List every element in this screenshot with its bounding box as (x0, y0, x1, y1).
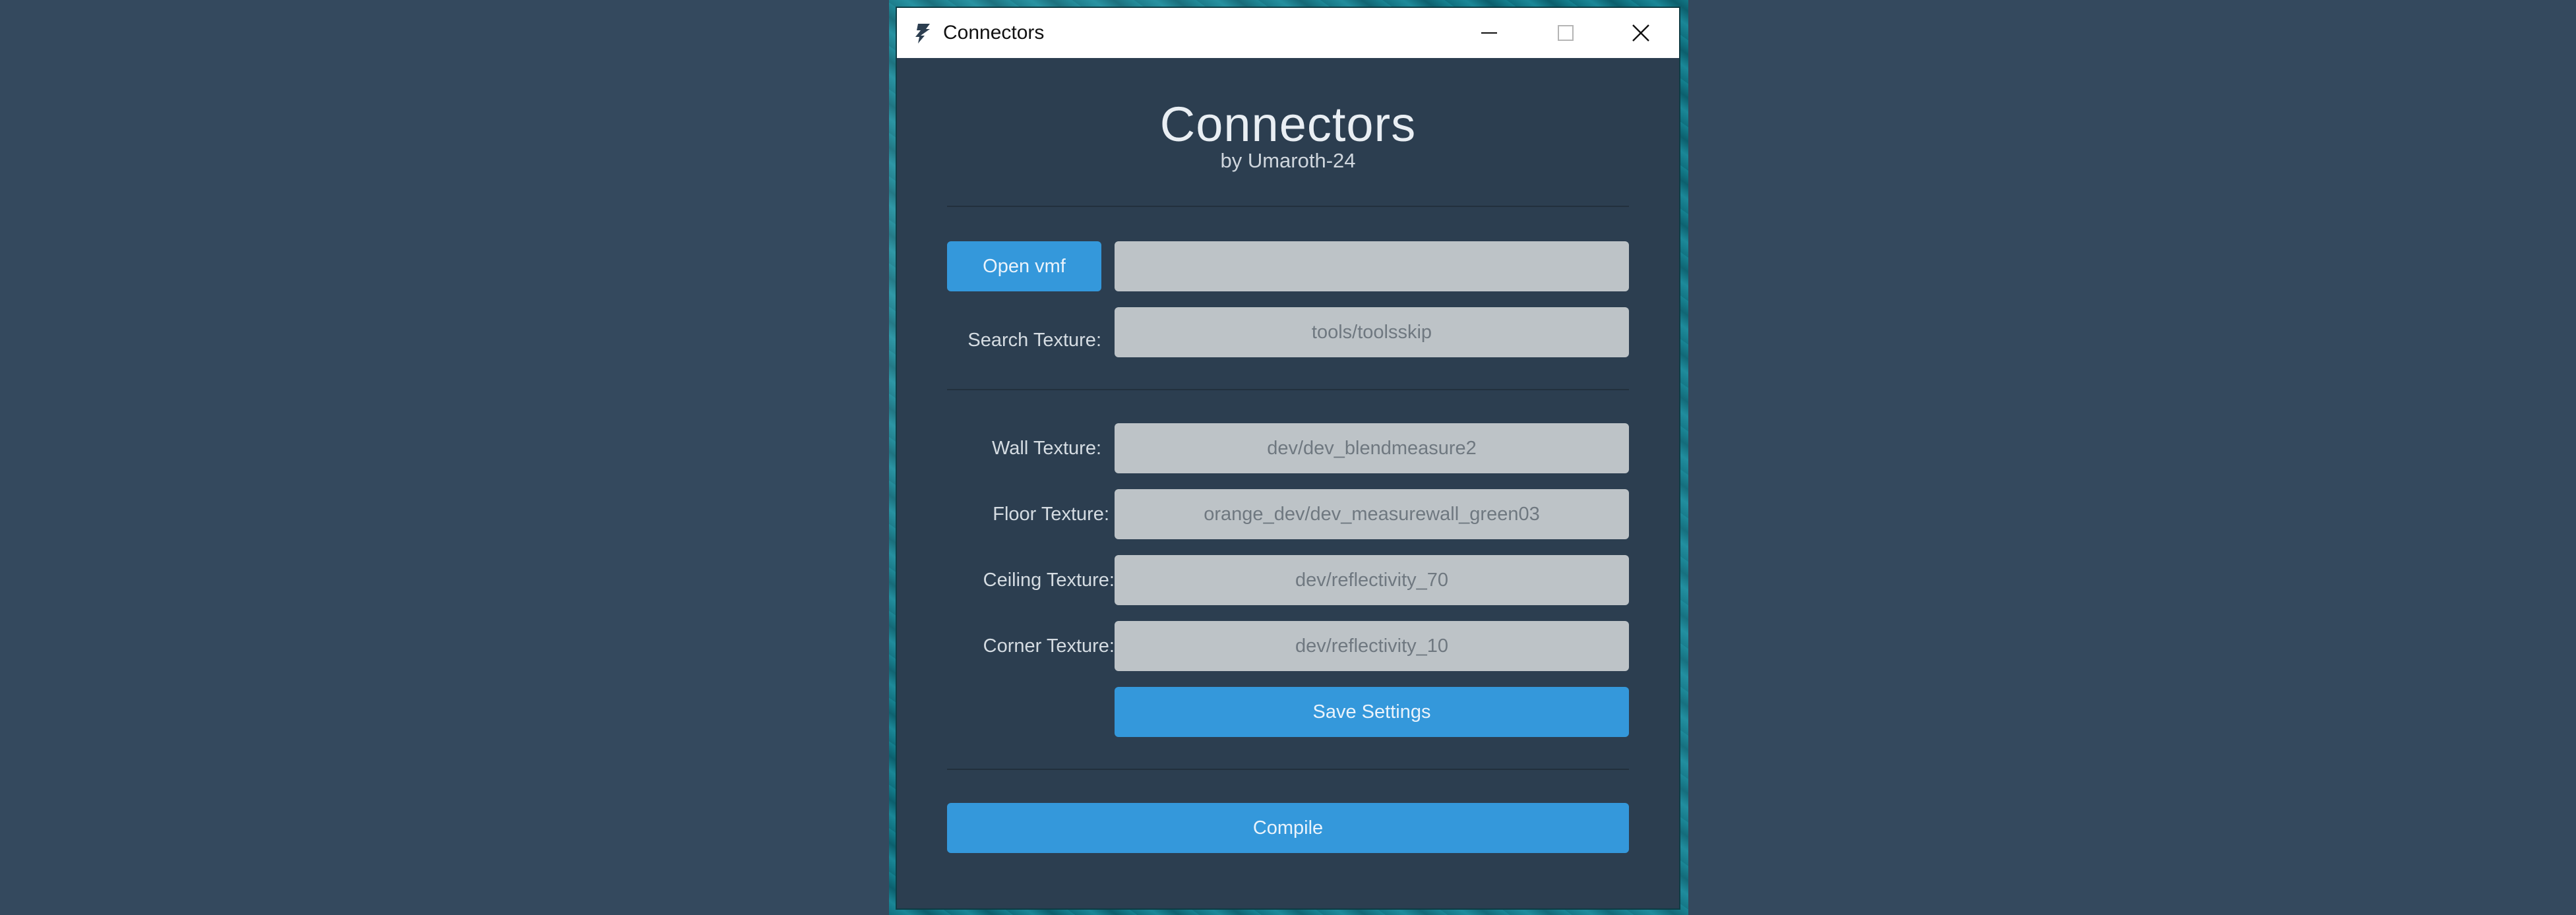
floor-texture-label: Floor Texture: (993, 504, 1109, 525)
maximize-button[interactable] (1527, 8, 1604, 58)
ceiling-texture-input[interactable]: dev/reflectivity_70 (1115, 555, 1629, 605)
open-vmf-button[interactable]: Open vmf (947, 241, 1101, 291)
corner-texture-label: Corner Texture: (983, 635, 1115, 657)
app-window: Connectors Connectors by Umaroth-24 Open… (897, 8, 1679, 908)
wall-texture-label: Wall Texture: (992, 438, 1101, 459)
search-texture-label: Search Texture: (967, 330, 1101, 351)
search-texture-input[interactable]: tools/toolsskip (1115, 307, 1629, 357)
close-button[interactable] (1603, 8, 1679, 58)
divider-top (947, 206, 1629, 207)
corner-texture-input[interactable]: dev/reflectivity_10 (1115, 621, 1629, 671)
connectors-logo-icon (915, 24, 930, 44)
minimize-icon (1481, 32, 1497, 34)
app-title: Connectors (1159, 97, 1417, 152)
wall-texture-input[interactable]: dev/dev_blendmeasure2 (1115, 423, 1629, 473)
window-title: Connectors (943, 22, 1045, 44)
app-subtitle: by Umaroth-24 (1220, 149, 1356, 172)
minimize-button[interactable] (1451, 8, 1527, 58)
close-icon (1632, 24, 1649, 42)
maximize-icon (1558, 25, 1574, 41)
save-settings-button[interactable]: Save Settings (1115, 687, 1629, 737)
divider-bottom (947, 769, 1629, 770)
vmf-path-field[interactable] (1115, 241, 1629, 291)
divider-middle (947, 389, 1629, 390)
compile-button[interactable]: Compile (947, 803, 1629, 853)
title-bar[interactable]: Connectors (897, 8, 1679, 58)
ceiling-texture-label: Ceiling Texture: (983, 570, 1115, 591)
floor-texture-input[interactable]: orange_dev/dev_measurewall_green03 (1115, 489, 1629, 539)
